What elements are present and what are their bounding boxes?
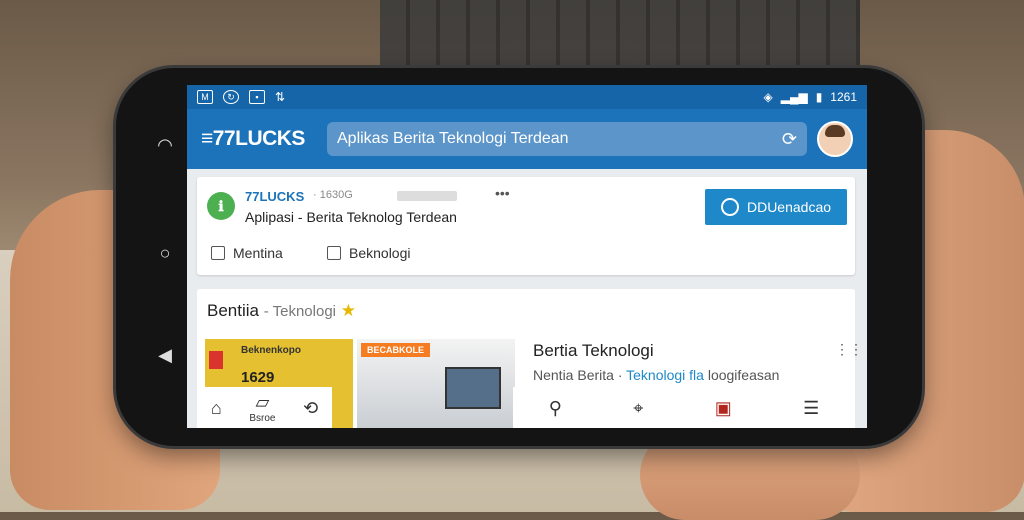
tag-icon[interactable]: ⌖ (633, 398, 643, 419)
back-icon[interactable]: ◀ (150, 340, 180, 370)
share-icon[interactable]: ⟲ (303, 398, 318, 419)
filter-label: Mentina (233, 245, 283, 261)
section-subtitle: - Teknologi (263, 303, 337, 320)
filter-mentina[interactable]: Mentina (211, 245, 283, 261)
profile-icon[interactable]: ☰ (803, 398, 819, 419)
article-sub-suffix: loogifeasan (703, 367, 780, 383)
app-icon: ℹ (207, 192, 235, 220)
sync-icon: ↻ (223, 90, 239, 104)
meta-placeholder (397, 191, 457, 201)
article-preview[interactable]: Bertia Teknologi Nentia Berita · Teknolo… (533, 341, 843, 383)
checkbox-icon[interactable] (327, 246, 341, 260)
recent-apps-icon[interactable]: ◠ (150, 130, 180, 160)
more-options-icon[interactable]: ••• (495, 185, 510, 201)
badge-icon (209, 351, 223, 369)
bookmark-label: Bsroe (249, 413, 276, 424)
bottom-nav-left: ⌂ ▱ Bsroe ⟲ (197, 387, 332, 428)
notification-icon: M (197, 90, 213, 104)
article-sub-highlight: Teknologi fla (626, 367, 704, 383)
battery-icon: ▮ (815, 90, 823, 104)
news-thumbnail-2[interactable]: BECABKOLE (357, 339, 515, 428)
video-icon[interactable]: ▣ (715, 398, 732, 419)
app-meta: · 1630G (313, 189, 353, 201)
checkbox-icon[interactable] (211, 246, 225, 260)
app-logo[interactable]: ≡77LUCKS (201, 127, 321, 151)
thumbnail-number: 1629 (241, 369, 275, 386)
section-subtitle-text: Teknologi (272, 303, 337, 320)
section-title-text: Bentiia (207, 301, 259, 320)
bookmark-icon[interactable]: ▱ Bsroe (249, 392, 275, 424)
app-bar: ≡77LUCKS Aplikas Berita Teknologi Terdea… (187, 109, 867, 169)
filter-beknologi[interactable]: Beknologi (327, 245, 411, 261)
search-icon[interactable]: ⟳ (782, 129, 797, 150)
bottom-nav-right: ⚲ ⌖ ▣ ☰ (513, 387, 855, 428)
system-nav-bar: ◠ ○ ◀ (150, 120, 190, 380)
usb-icon: ⇅ (275, 90, 286, 104)
status-bar: M ↻ ▪ ⇅ ◈ ▂▄▆ ▮ 1261 (187, 85, 867, 109)
section-title: Bentiia - Teknologi ★ (207, 301, 356, 321)
search-input[interactable]: Aplikas Berita Teknologi Terdean (337, 130, 782, 148)
status-time: 1261 (830, 90, 857, 104)
article-title: Bertia Teknologi (533, 341, 654, 360)
presentation-screen-image (445, 367, 501, 409)
article-subtitle: Nentia Berita · Teknologi fla loogifeasa… (533, 367, 843, 383)
phone-screen: M ↻ ▪ ⇅ ◈ ▂▄▆ ▮ 1261 ≡77LUCKS Aplikas Be… (187, 85, 867, 428)
app-description: Aplipasi - Berita Teknolog Terdean (245, 209, 457, 225)
home-icon[interactable]: ⌂ (211, 398, 222, 419)
thumbnail-label: Beknenkopo (241, 345, 302, 356)
search-bar[interactable]: Aplikas Berita Teknologi Terdean ⟳ (327, 122, 807, 156)
download-icon (720, 198, 739, 216)
search-icon[interactable]: ⚲ (549, 398, 562, 419)
background-keyboard (380, 0, 860, 70)
avatar[interactable] (817, 121, 853, 157)
article-more-icon[interactable]: ⋮⋮ (835, 341, 863, 358)
wifi-icon: ◈ (763, 90, 773, 104)
article-sub-prefix: Nentia Berita · (533, 367, 627, 383)
download-label: DDUenadcao (746, 199, 832, 215)
thumbnail-tag: BECABKOLE (361, 343, 431, 357)
image-icon: ▪ (249, 90, 265, 104)
home-circle-icon[interactable]: ○ (150, 238, 180, 268)
app-card: ℹ 77LUCKS · 1630G ••• Aplipasi - Berita … (197, 177, 855, 275)
filter-label: Beknologi (349, 245, 411, 261)
signal-icon: ▂▄▆ (780, 90, 808, 104)
star-icon[interactable]: ★ (341, 301, 356, 320)
download-button[interactable]: DDUenadcao (705, 189, 847, 225)
app-name: 77LUCKS (245, 189, 305, 204)
